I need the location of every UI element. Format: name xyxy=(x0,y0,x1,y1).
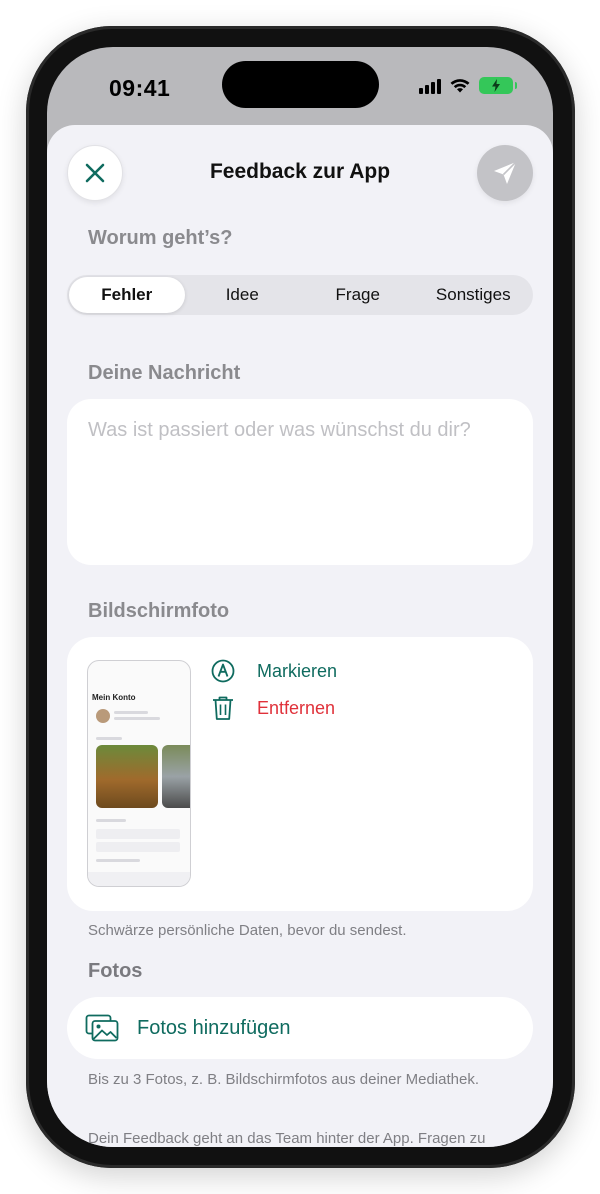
category-label: Worum geht’s? xyxy=(88,227,233,249)
thumbnail-line xyxy=(114,711,148,714)
thumbnail-avatar xyxy=(96,709,110,723)
add-photos-label: Fotos hinzufügen xyxy=(137,1016,291,1039)
segment-sonstiges[interactable]: Sonstiges xyxy=(416,277,532,313)
status-time: 09:41 xyxy=(109,75,171,101)
battery-icon xyxy=(479,77,517,94)
thumbnail-line xyxy=(114,717,160,720)
message-field xyxy=(67,399,533,565)
thumbnail-line xyxy=(96,859,140,862)
dynamic-island xyxy=(222,61,379,108)
thumbnail-tab-bar xyxy=(88,872,190,886)
segment-fehler[interactable]: Fehler xyxy=(69,277,185,313)
feedback-sheet: Feedback zur App Worum geht’s? Fehler Id… xyxy=(47,125,553,1147)
status-icons xyxy=(419,77,517,94)
thumbnail-line xyxy=(96,737,122,740)
screen: 09:41 Feedback zur App Worum geht’s? Feh… xyxy=(47,47,553,1147)
add-photos-button[interactable]: Fotos hinzufügen xyxy=(67,997,533,1059)
photo-stack-icon xyxy=(85,1014,119,1042)
paper-plane-icon xyxy=(494,161,517,184)
screenshot-label: Bildschirmfoto xyxy=(88,600,230,622)
message-label: Deine Nachricht xyxy=(88,362,241,384)
footer-text: Dein Feedback geht an das Team hinter de… xyxy=(88,1130,486,1147)
screenshot-card: Mein Konto Markieren Entfernen xyxy=(67,637,533,911)
photos-label: Fotos xyxy=(88,960,143,982)
trash-icon xyxy=(213,696,233,720)
thumbnail-row xyxy=(96,829,180,839)
markup-pen-icon xyxy=(211,659,235,683)
remove-label: Entfernen xyxy=(257,697,336,718)
category-segmented-control: Fehler Idee Frage Sonstiges xyxy=(67,275,533,315)
message-input[interactable] xyxy=(88,419,512,545)
thumbnail-line xyxy=(96,819,126,822)
annotate-button[interactable]: Markieren xyxy=(211,659,337,683)
screenshot-thumbnail[interactable]: Mein Konto xyxy=(87,660,191,887)
send-button[interactable] xyxy=(477,145,533,201)
thumbnail-dog-photo xyxy=(96,745,158,808)
segment-idee[interactable]: Idee xyxy=(185,277,301,313)
thumbnail-row xyxy=(96,842,180,852)
thumbnail-title: Mein Konto xyxy=(92,693,136,702)
segment-frage[interactable]: Frage xyxy=(300,277,416,313)
wifi-icon xyxy=(450,79,470,93)
cellular-signal-icon xyxy=(419,78,441,94)
remove-button[interactable]: Entfernen xyxy=(211,695,335,721)
thumbnail-dog-photo xyxy=(162,745,190,808)
annotate-label: Markieren xyxy=(257,660,338,681)
screenshot-hint: Schwärze persönliche Daten, bevor du sen… xyxy=(88,922,407,939)
photos-hint: Bis zu 3 Fotos, z. B. Bildschirmfotos au… xyxy=(88,1071,480,1088)
